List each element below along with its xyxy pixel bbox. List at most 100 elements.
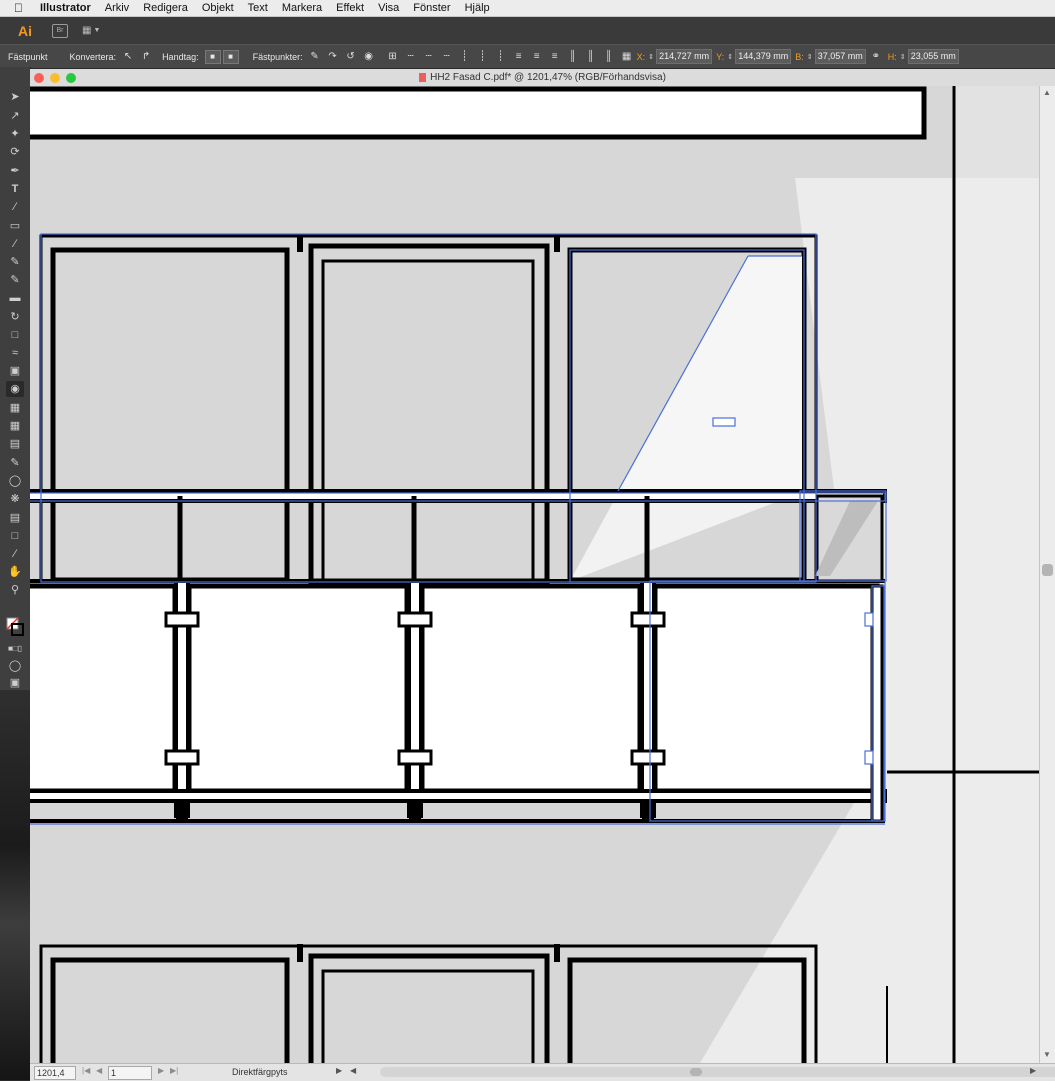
artboard-canvas[interactable] xyxy=(30,86,1039,1063)
apple-icon[interactable]:  xyxy=(14,1,28,15)
paintbrush-icon[interactable]: ∕ xyxy=(6,236,24,252)
distribute-left-icon[interactable]: ║ xyxy=(567,51,579,63)
x-field[interactable]: 214,727 mm xyxy=(656,49,713,64)
magic-wand-icon[interactable]: ✦ xyxy=(6,126,24,142)
width-stepper[interactable]: ⇕ xyxy=(807,53,813,61)
distribute-top-icon[interactable]: ≡ xyxy=(513,51,525,63)
vertical-scrollbar[interactable]: ▲ ▼ xyxy=(1039,86,1055,1063)
zoom-icon[interactable]: ⚲ xyxy=(6,582,24,598)
scroll-up-icon[interactable]: ▲ xyxy=(1043,88,1051,97)
horizontal-scroll-thumb[interactable] xyxy=(690,1068,702,1076)
align-top-icon[interactable]: ┊ xyxy=(459,51,471,63)
arrange-documents-icon: ▦ xyxy=(82,25,92,36)
document-title-bar: HH2 Fasad C.pdf* @ 1201,47% (RGB/Förhand… xyxy=(30,69,1055,87)
zoom-field[interactable]: 1201,4 xyxy=(34,1066,76,1080)
screen-mode-icon[interactable]: ▣ xyxy=(6,675,24,691)
y-stepper[interactable]: ⇕ xyxy=(727,53,733,61)
mesh-icon[interactable]: ▦ xyxy=(6,418,24,434)
rectangle-icon[interactable]: ▭ xyxy=(6,218,24,234)
menu-visa[interactable]: Visa xyxy=(378,2,399,14)
free-transform-icon[interactable]: ▣ xyxy=(6,363,24,379)
shape-builder-icon[interactable]: ◉ xyxy=(6,381,24,397)
isolate-icon[interactable]: ◉ xyxy=(363,51,375,63)
align-vcenter-icon[interactable]: ┊ xyxy=(477,51,489,63)
gradient-icon[interactable]: ▤ xyxy=(6,436,24,452)
facade-drawing xyxy=(30,86,1039,1063)
distribute-bottom-icon[interactable]: ≡ xyxy=(549,51,561,63)
remove-anchor-icon[interactable]: ✎ xyxy=(309,51,321,63)
bridge-button[interactable]: Br xyxy=(52,23,68,38)
align-bottom-icon[interactable]: ┊ xyxy=(495,51,507,63)
convert-corner-icon[interactable]: ↖ xyxy=(122,51,134,63)
scroll-left-icon[interactable]: ◀ xyxy=(350,1066,356,1075)
draw-mode-icon[interactable]: ◯ xyxy=(6,658,24,674)
width-icon[interactable]: ≈ xyxy=(6,345,24,361)
convert-smooth-icon[interactable]: ↱ xyxy=(140,51,152,63)
shaper-icon[interactable]: ✎ xyxy=(6,272,24,288)
align-to-icon[interactable]: ⊞ xyxy=(387,51,399,63)
pen-icon[interactable]: ✒ xyxy=(6,163,24,179)
x-stepper[interactable]: ⇕ xyxy=(648,53,654,61)
blend-icon[interactable]: ◯ xyxy=(6,473,24,489)
menu-objekt[interactable]: Objekt xyxy=(202,2,234,14)
show-handles-button[interactable]: ■ xyxy=(204,49,221,64)
distribute-right-icon[interactable]: ║ xyxy=(603,51,615,63)
line-icon[interactable]: ∕ xyxy=(6,199,24,215)
symbol-sprayer-icon[interactable]: ❋ xyxy=(6,491,24,507)
hand-icon[interactable]: ✋ xyxy=(6,564,24,580)
fill-stroke-swatch[interactable] xyxy=(6,617,24,639)
perspective-icon[interactable]: ▦ xyxy=(6,400,24,416)
menu-redigera[interactable]: Redigera xyxy=(143,2,188,14)
status-menu-icon[interactable]: ▶ xyxy=(336,1066,342,1075)
align-hcenter-icon[interactable]: ┄ xyxy=(423,51,435,63)
cut-path-icon[interactable]: ↺ xyxy=(345,51,357,63)
artboard-field[interactable]: 1 xyxy=(108,1066,152,1080)
minimize-window-icon[interactable] xyxy=(50,73,60,83)
eraser-icon[interactable]: ▬ xyxy=(6,290,24,306)
workspace-switcher-button[interactable]: ▦ ▼ xyxy=(82,25,100,36)
menu-markera[interactable]: Markera xyxy=(282,2,322,14)
horizontal-scrollbar[interactable] xyxy=(380,1067,1055,1077)
selection-icon[interactable]: ➤ xyxy=(6,89,24,105)
color-mode-icon[interactable]: ■□▯ xyxy=(6,641,24,657)
height-stepper[interactable]: ⇕ xyxy=(900,53,906,61)
lasso-icon[interactable]: ⟳ xyxy=(6,144,24,160)
menu-text[interactable]: Text xyxy=(248,2,268,14)
width-field[interactable]: 37,057 mm xyxy=(814,49,866,64)
rotate-icon[interactable]: ↻ xyxy=(6,309,24,325)
status-bar: 1201,4 |◀ ◀ 1 ▶ ▶| Direktfärgpyts ▶ ◀ ▶ xyxy=(30,1063,1055,1081)
constrain-proportions-icon[interactable]: ⚭ xyxy=(870,51,882,63)
menu-hjalp[interactable]: Hjälp xyxy=(465,2,490,14)
scroll-right-icon[interactable]: ▶ xyxy=(1030,1066,1036,1075)
hide-handles-button[interactable]: ■ xyxy=(222,49,239,64)
prev-artboard-icon[interactable]: ◀ xyxy=(96,1066,102,1075)
pencil-icon[interactable]: ✎ xyxy=(6,254,24,270)
align-left-icon[interactable]: ┄ xyxy=(405,51,417,63)
eyedropper-icon[interactable]: ✎ xyxy=(6,455,24,471)
first-artboard-icon[interactable]: |◀ xyxy=(82,1066,90,1075)
column-graph-icon[interactable]: ▤ xyxy=(6,510,24,526)
menu-effekt[interactable]: Effekt xyxy=(336,2,364,14)
menu-app-name[interactable]: Illustrator xyxy=(40,2,91,14)
menu-arkiv[interactable]: Arkiv xyxy=(105,2,129,14)
type-icon[interactable]: T xyxy=(6,181,24,197)
last-artboard-icon[interactable]: ▶| xyxy=(170,1066,178,1075)
align-right-icon[interactable]: ┄ xyxy=(441,51,453,63)
connect-anchor-icon[interactable]: ↷ xyxy=(327,51,339,63)
reference-point-icon[interactable]: ▦ xyxy=(621,51,633,63)
next-artboard-icon[interactable]: ▶ xyxy=(158,1066,164,1075)
y-field[interactable]: 144,379 mm xyxy=(735,49,792,64)
direct-selection-icon[interactable]: ↗ xyxy=(6,108,24,124)
scale-icon[interactable]: □ xyxy=(6,327,24,343)
vertical-scroll-thumb[interactable] xyxy=(1042,564,1053,576)
distribute-vcenter-icon[interactable]: ≡ xyxy=(531,51,543,63)
artboard-icon[interactable]: □ xyxy=(6,528,24,544)
zoom-window-icon[interactable] xyxy=(66,73,76,83)
close-window-icon[interactable] xyxy=(34,73,44,83)
distribute-hcenter-icon[interactable]: ║ xyxy=(585,51,597,63)
slice-icon[interactable]: ∕ xyxy=(6,546,24,562)
balcony-glass-panels xyxy=(30,583,880,794)
menu-fonster[interactable]: Fönster xyxy=(413,2,450,14)
scroll-down-icon[interactable]: ▼ xyxy=(1043,1050,1051,1059)
height-field[interactable]: 23,055 mm xyxy=(907,49,959,64)
